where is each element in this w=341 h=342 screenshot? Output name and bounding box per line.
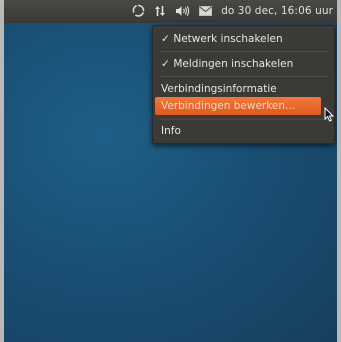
menu-item-label: Info xyxy=(161,125,181,137)
checkmark-icon: ✓ xyxy=(161,33,170,45)
system-tray: do 30 dec, 16:06 uur xyxy=(132,4,333,17)
menu-item-label: Meldingen inschakelen xyxy=(173,58,294,70)
mail-icon[interactable] xyxy=(199,5,213,16)
checkmark-icon: ✓ xyxy=(161,58,170,70)
network-menu: ✓ Netwerk inschakelen ✓ Meldingen inscha… xyxy=(152,25,335,144)
menu-item-label: Netwerk inschakelen xyxy=(173,33,283,45)
top-panel: do 30 dec, 16:06 uur xyxy=(4,0,337,23)
menu-item-connection-information[interactable]: Verbindingsinformatie xyxy=(153,80,334,98)
menu-item-enable-notifications[interactable]: ✓ Meldingen inschakelen xyxy=(153,55,334,73)
volume-icon[interactable] xyxy=(175,5,190,17)
menu-item-edit-connections[interactable]: Verbindingen bewerken... xyxy=(155,97,321,115)
menu-separator xyxy=(159,51,328,52)
menu-separator xyxy=(159,119,328,120)
menu-item-label: Verbindingsinformatie xyxy=(161,83,277,95)
clock[interactable]: do 30 dec, 16:06 uur xyxy=(221,5,333,17)
menu-item-info[interactable]: Info xyxy=(153,122,334,140)
menu-item-label: Verbindingen bewerken... xyxy=(161,100,296,112)
mouse-pointer-icon xyxy=(324,106,335,126)
network-activity-icon[interactable] xyxy=(132,4,145,17)
menu-separator xyxy=(159,76,328,77)
menu-item-enable-networking[interactable]: ✓ Netwerk inschakelen xyxy=(153,30,334,48)
screenshot-frame: do 30 dec, 16:06 uur ✓ Netwerk inschakel… xyxy=(4,0,337,342)
network-updown-icon[interactable] xyxy=(154,5,166,17)
